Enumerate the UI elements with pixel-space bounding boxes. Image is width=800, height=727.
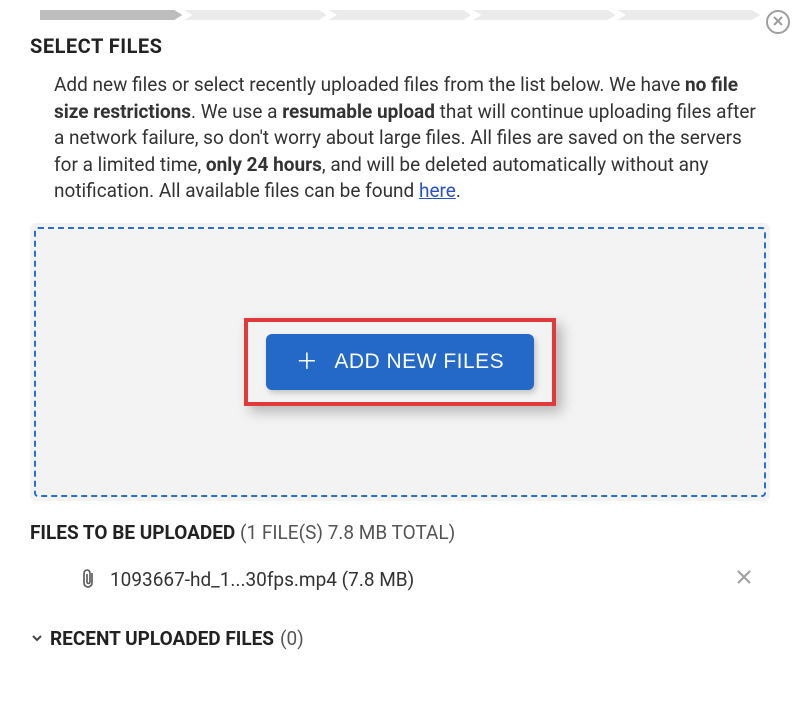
progress-step-4 — [473, 10, 615, 20]
plus-icon: ＋ — [296, 351, 319, 373]
file-name: 1093667-hd_1...30fps.mp4 (7.8 MB) — [110, 568, 718, 591]
add-button-label: ADD NEW FILES — [334, 350, 504, 374]
files-to-upload-label: FILES TO BE UPLOADED — [30, 521, 235, 544]
progress-bar — [0, 0, 800, 34]
section-title: SELECT FILES — [30, 34, 770, 58]
close-button[interactable] — [766, 10, 790, 34]
intro-t2: . We use a — [191, 100, 282, 123]
recent-label: RECENT UPLOADED FILES — [50, 627, 274, 650]
file-size: (7.8 MB) — [342, 568, 415, 591]
recent-uploaded-toggle[interactable]: RECENT UPLOADED FILES (0) — [30, 627, 770, 650]
remove-file-button[interactable] — [718, 568, 770, 590]
progress-step-3 — [329, 10, 471, 20]
paperclip-icon — [80, 568, 96, 590]
intro-t5: . — [456, 179, 461, 202]
dropzone-container: ＋ ADD NEW FILES — [30, 223, 770, 501]
intro-b2: resumable upload — [282, 100, 435, 123]
highlight-box: ＋ ADD NEW FILES — [244, 318, 556, 406]
close-icon — [773, 14, 783, 30]
files-to-upload-heading: FILES TO BE UPLOADED (1 FILE(S) 7.8 MB T… — [30, 521, 770, 544]
dropzone[interactable]: ＋ ADD NEW FILES — [34, 227, 766, 497]
close-icon — [736, 566, 752, 591]
file-name-text: 1093667-hd_1...30fps.mp4 — [110, 568, 337, 591]
intro-b3: only 24 hours — [206, 153, 322, 176]
add-new-files-button[interactable]: ＋ ADD NEW FILES — [266, 334, 534, 390]
file-row: 1093667-hd_1...30fps.mp4 (7.8 MB) — [30, 560, 770, 599]
recent-count: (0) — [280, 627, 304, 650]
progress-step-1 — [40, 10, 182, 20]
intro-t1: Add new files or select recently uploade… — [54, 73, 685, 96]
chevron-down-icon — [30, 631, 44, 645]
files-to-upload-summary: (1 FILE(S) 7.8 MB TOTAL) — [240, 521, 455, 544]
intro-link-here[interactable]: here — [419, 179, 456, 202]
intro-text: Add new files or select recently uploade… — [30, 72, 770, 205]
progress-step-2 — [184, 10, 326, 20]
progress-step-5 — [618, 10, 760, 20]
